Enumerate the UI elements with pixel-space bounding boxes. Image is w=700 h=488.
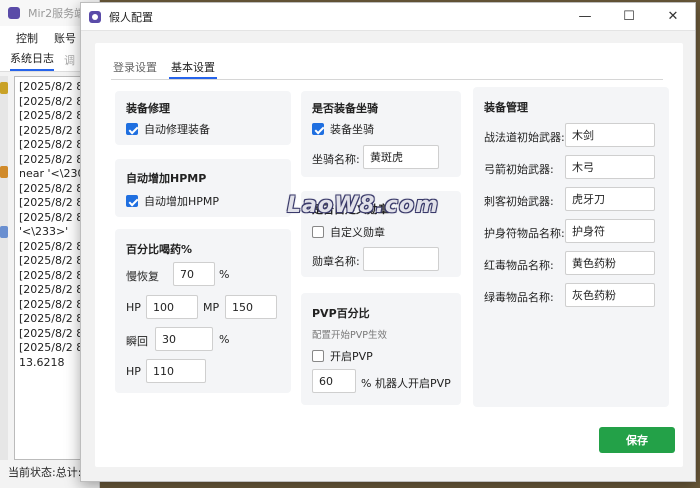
medal-name-label: 勋章名称: [312,255,360,268]
tab-system-log[interactable]: 系统日志 [10,50,54,71]
custom-medal-checkbox[interactable]: 自定义勋章 [312,224,385,240]
panel-potion-percent: 百分比喝药% 慢恢复 70 % HP 100 MP 150 瞬回 30 % HP… [115,229,291,393]
pvp-subtitle: 配置开始PVP生效 [312,330,387,341]
hp2-input[interactable]: 110 [146,359,206,383]
settings-tabs: 登录设置 基本设置 [111,59,217,79]
percent-sign: % [219,268,230,281]
enable-pvp-label: 开启PVP [330,350,373,363]
checkbox-checked-icon[interactable] [126,123,138,135]
medal-name-input[interactable] [363,247,439,271]
panel-equipment-management: 装备管理 战法道初始武器: 木剑弓箭初始武器: 木弓刺客初始武器: 虎牙刀护身符物品名… [473,87,669,407]
equipment-row-input[interactable]: 灰色药粉 [565,283,655,307]
pvp-title: PVP百分比 [312,307,370,320]
equipment-row-label: 护身符物品名称: [484,227,565,240]
hp2-label: HP [126,365,141,378]
tab-login-settings[interactable]: 登录设置 [111,59,159,79]
app-logo-icon [8,7,20,19]
equip-mount-checkbox[interactable]: 装备坐骑 [312,121,374,137]
auto-hpmp-label: 自动增加HPMP [144,195,220,208]
menu-account[interactable]: 账号 [54,30,76,46]
mp-input[interactable]: 150 [225,295,277,319]
save-button[interactable]: 保存 [599,427,675,453]
dialog-titlebar: 假人配置 — ☐ ✕ [81,3,695,31]
mp-label: MP [203,301,220,314]
mount-name-input[interactable]: 黄斑虎 [363,145,439,169]
auto-hpmp-checkbox[interactable]: 自动增加HPMP [126,193,219,209]
dialog-content: 登录设置 基本设置 装备修理 自动修理装备 自动增加HPMP 自动增加HPMP … [95,43,683,467]
equipment-row-label: 绿毒物品名称: [484,291,554,304]
background-app-title: Mir2服务端 [28,7,86,20]
tab-debug[interactable]: 调 [64,52,75,71]
dialog-title: 假人配置 [109,10,153,24]
slow-recover-label: 慢恢复 [126,270,159,283]
hp-label: HP [126,301,141,314]
panel-auto-hpmp: 自动增加HPMP 自动增加HPMP [115,159,291,217]
tab-basic-settings[interactable]: 基本设置 [169,59,217,79]
hp-input[interactable]: 100 [146,295,198,319]
mount-name-label: 坐骑名称: [312,153,360,166]
minimize-button[interactable]: — [563,3,607,31]
bot-config-dialog: 假人配置 — ☐ ✕ 登录设置 基本设置 装备修理 自动修理装备 自动增加HPM… [80,2,696,482]
strip-icon [0,226,8,238]
panel-mount: 是否装备坐骑 装备坐骑 坐骑名称: 黄斑虎 [301,91,461,177]
pvp-percent-input[interactable]: 60 [312,369,356,393]
panel-equipment-repair: 装备修理 自动修理装备 [115,91,291,145]
close-button[interactable]: ✕ [651,3,695,31]
custom-medal-label: 自定义勋章 [330,226,385,239]
equip-mount-label: 装备坐骑 [330,123,374,136]
strip-icon [0,166,8,178]
repair-title: 装备修理 [126,102,170,115]
watermark-logo: LaoW8.com [287,193,439,218]
potion-title: 百分比喝药% [126,243,193,256]
hpmp-title: 自动增加HPMP [126,172,207,185]
mount-title: 是否装备坐骑 [312,102,378,115]
strip-icon [0,82,8,94]
background-left-strip [0,76,8,460]
panel-pvp: PVP百分比 配置开始PVP生效 开启PVP 60 % 机器人开启PVP [301,293,461,405]
equipment-row-label: 红毒物品名称: [484,259,554,272]
auto-repair-label: 自动修理装备 [144,123,210,136]
background-status-text: 当前状态:总计: [8,466,82,479]
checkbox-unchecked-icon[interactable] [312,226,324,238]
equipment-row-input[interactable]: 木剑 [565,123,655,147]
equipment-row-input[interactable]: 虎牙刀 [565,187,655,211]
checkbox-checked-icon[interactable] [126,195,138,207]
tab-divider [111,79,663,80]
slow-recover-input[interactable]: 70 [173,262,215,286]
equipment-row-input[interactable]: 护身符 [565,219,655,243]
dialog-app-icon [89,10,101,23]
maximize-button[interactable]: ☐ [607,3,651,31]
equipment-row-label: 弓箭初始武器: [484,163,554,176]
equipment-row-input[interactable]: 黄色药粉 [565,251,655,275]
menu-control[interactable]: 控制 [16,30,38,46]
checkbox-checked-icon[interactable] [312,123,324,135]
instant-recover-label: 瞬回 [126,335,148,348]
equipment-row-label: 战法道初始武器: [484,131,565,144]
checkbox-unchecked-icon[interactable] [312,350,324,362]
pvp-suffix-label: % 机器人开启PVP [361,377,451,390]
instant-percent-sign: % [219,333,230,346]
equipment-row-label: 刺客初始武器: [484,195,554,208]
equipment-row-input[interactable]: 木弓 [565,155,655,179]
instant-recover-input[interactable]: 30 [155,327,213,351]
equipment-title: 装备管理 [484,101,528,114]
auto-repair-checkbox[interactable]: 自动修理装备 [126,121,210,137]
enable-pvp-checkbox[interactable]: 开启PVP [312,348,373,364]
